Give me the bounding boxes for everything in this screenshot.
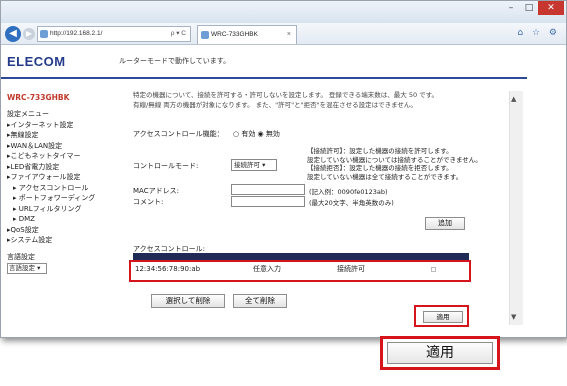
language-label: 言語設定 — [7, 252, 35, 261]
browser-toolbar: ◀ ▶ http://192.168.2.1/ ρ ▾ C WRC-733GHB… — [1, 23, 566, 45]
sidebar-item-access-control[interactable]: ▸ アクセスコントロール — [7, 183, 133, 194]
comment-input[interactable] — [231, 196, 305, 207]
sidebar-item-port-forwarding[interactable]: ▸ ポートフォワーディング — [7, 193, 133, 204]
mac-address-label: MACアドレス: — [133, 187, 179, 195]
title-bar: – □ ✕ — [1, 1, 566, 23]
comment-label: コメント: — [133, 198, 164, 206]
tab-close-icon[interactable]: × — [287, 26, 291, 43]
close-window-button[interactable]: ✕ — [538, 1, 564, 15]
help-line-3: 【接続拒否】：設定した機器の接続を拒否します。 — [307, 164, 453, 172]
page-favicon-icon — [40, 30, 48, 38]
back-icon[interactable]: ◀ — [5, 26, 21, 42]
tab-favicon-icon — [201, 31, 209, 39]
control-mode-label: コントロールモード: — [133, 162, 199, 170]
address-controls[interactable]: ρ ▾ C — [171, 27, 186, 41]
comment-hint: (最大20文字、半角英数のみ) — [309, 199, 394, 207]
control-mode-select[interactable]: 接続許可 ▾ — [231, 159, 277, 171]
sidebar-item-wireless[interactable]: ▸無線設定 — [7, 130, 133, 141]
sidebar-item-system[interactable]: ▸システム設定 — [7, 235, 133, 246]
browser-tab[interactable]: WRC-733GHBK × — [197, 25, 297, 44]
sidebar-item-wan-lan[interactable]: ▸WAN＆LAN設定 — [7, 141, 133, 152]
intro-line-1: 特定の機器について、接続を許可する・許可しないを設定します。 登録できる端末数は… — [133, 91, 439, 99]
minimize-button[interactable]: – — [502, 1, 520, 15]
sidebar-menu: WRC-733GHBK 設定メニュー ▸インターネット設定 ▸無線設定 ▸WAN… — [7, 93, 133, 274]
address-text: http://192.168.2.1/ — [50, 30, 103, 37]
home-star-gear-icons[interactable]: ⌂ ☆ ⚙ — [517, 28, 560, 38]
browser-window: – □ ✕ ◀ ▶ http://192.168.2.1/ ρ ▾ C WRC-… — [0, 0, 567, 338]
sidebar-item-settings-menu: 設定メニュー — [7, 110, 49, 118]
sidebar-item-firewall[interactable]: ▸ファイアウォール設定 — [7, 172, 133, 183]
access-control-label: アクセスコントロール機能： — [133, 130, 224, 138]
mode-help-text: 【接続許可】：設定した機器の接続を許可します。 設定していない機器については接続… — [307, 147, 517, 181]
add-button[interactable]: 追加 — [425, 217, 465, 230]
maximize-button[interactable]: □ — [520, 1, 538, 15]
router-mode-status: ルーターモードで動作しています。 — [119, 57, 231, 65]
sidebar-item-url-filtering[interactable]: ▸ URLフィルタリング — [7, 204, 133, 215]
page-scrollbar[interactable]: ▲ ▼ — [509, 91, 523, 325]
intro-text: 特定の機器について、接続を許可する・許可しないを設定します。 登録できる端末数は… — [133, 91, 517, 110]
apply-callout-box: 適用 — [380, 336, 500, 370]
apply-highlight-box — [414, 305, 469, 327]
help-line-4: 設定していない機器は全て接続することができます。 — [307, 172, 463, 181]
scroll-up-icon[interactable]: ▲ — [511, 95, 516, 103]
header-divider — [1, 77, 527, 79]
sidebar-item-dmz[interactable]: ▸ DMZ — [7, 214, 133, 225]
help-line-2: 設定していない機器については接続することができません。 — [307, 155, 482, 164]
mac-address-input[interactable] — [231, 184, 305, 195]
sidebar-item-led-power[interactable]: ▸LED省電力設定 — [7, 162, 133, 173]
tab-title: WRC-733GHBK — [211, 31, 258, 38]
forward-icon[interactable]: ▶ — [23, 28, 35, 40]
delete-selected-button[interactable]: 選択して削除 — [151, 294, 225, 308]
mac-address-hint: (記入例：0090fe0123ab) — [309, 188, 388, 196]
address-bar[interactable]: http://192.168.2.1/ ρ ▾ C — [37, 26, 191, 42]
row-highlight-box — [129, 260, 471, 282]
sidebar-item-qos[interactable]: ▸QoS設定 — [7, 225, 133, 236]
elecom-logo: ELECOM — [7, 54, 66, 69]
intro-line-2: 有線/無線 両方の機器が対象になります。 また、"許可"と"拒否"を混在させる設… — [133, 100, 417, 109]
help-line-1: 【接続許可】：設定した機器の接続を許可します。 — [307, 147, 453, 155]
access-control-radios[interactable]: ○ 有効 ◉ 無効 — [233, 129, 280, 139]
sidebar-item-internet[interactable]: ▸インターネット設定 — [7, 120, 133, 131]
apply-callout-button: 適用 — [387, 342, 493, 364]
sidebar-model-title: WRC-733GHBK — [7, 93, 70, 102]
delete-all-button[interactable]: 全て削除 — [233, 294, 287, 308]
sidebar-item-kids-timer[interactable]: ▸こどもネットタイマー — [7, 151, 133, 162]
scroll-down-icon[interactable]: ▼ — [511, 313, 516, 321]
language-select[interactable]: 言語設定 ▾ — [7, 263, 47, 274]
